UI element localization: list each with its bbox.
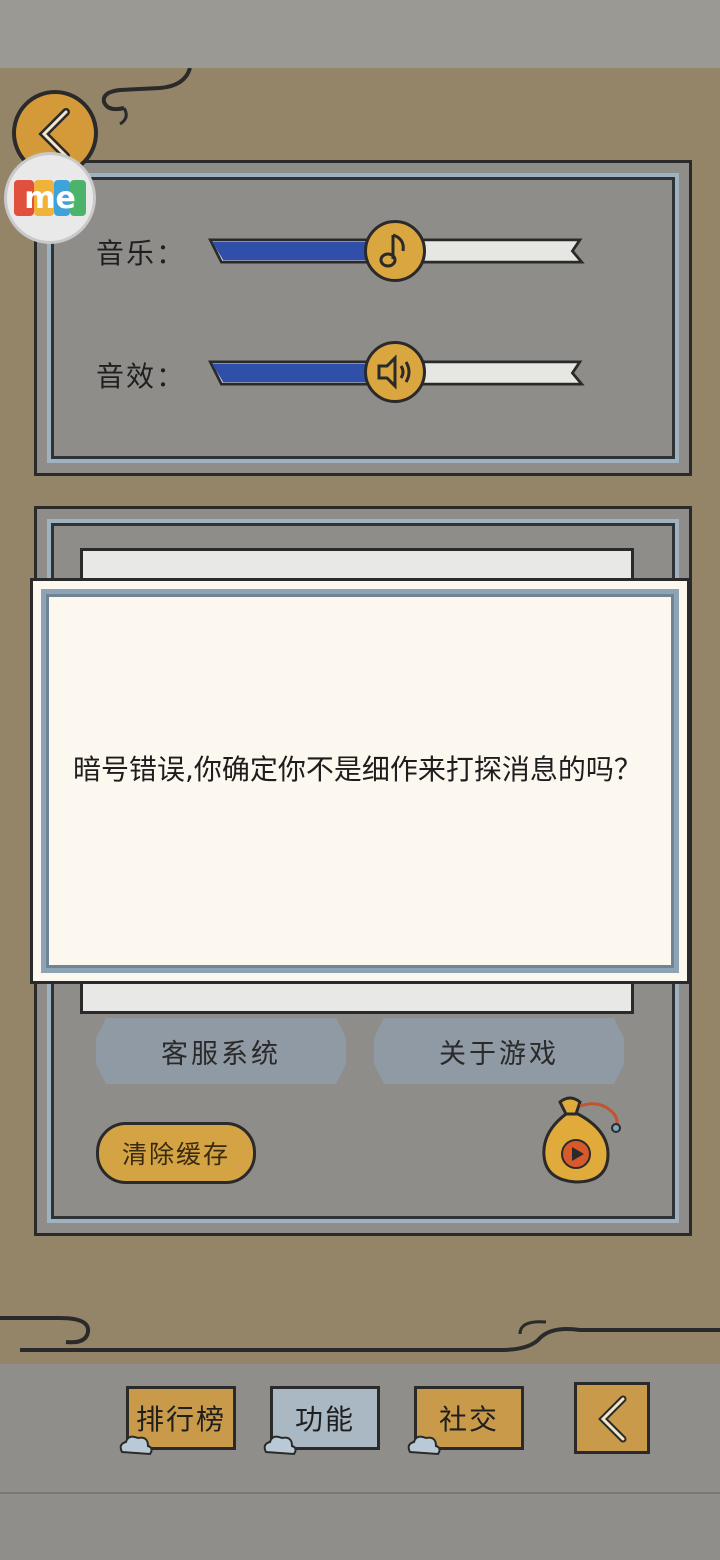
message-dialog[interactable]: 暗号错误,你确定你不是细作来打探消息的吗？	[30, 578, 690, 984]
chevron-left-icon	[598, 1395, 627, 1443]
dialog-message: 暗号错误,你确定你不是细作来打探消息的吗？	[73, 753, 642, 786]
ink-swirl-top-decoration	[101, 68, 192, 126]
clear-cache-button[interactable]: 清除缓存	[96, 1122, 256, 1184]
ink-swirl-bottom-left-decoration	[0, 1316, 720, 1352]
cloud-decoration-icon	[263, 1435, 297, 1456]
audio-settings-panel	[34, 160, 692, 476]
me-logo[interactable]: me	[4, 152, 96, 244]
svg-text:me: me	[24, 181, 76, 216]
me-logo-icon: me	[14, 180, 86, 216]
about-game-button[interactable]: 关于游戏	[374, 1018, 624, 1084]
video-reward-bag-icon[interactable]	[536, 1092, 626, 1188]
sfx-slider-knob[interactable]	[364, 341, 426, 403]
tab-social-label: 社交	[438, 1403, 499, 1436]
bottom-divider	[0, 1492, 720, 1494]
music-label: 音乐：	[96, 237, 187, 270]
cloud-decoration-icon	[119, 1435, 153, 1456]
music-slider-knob[interactable]	[364, 220, 426, 282]
tab-function-label: 功能	[294, 1403, 355, 1436]
cloud-decoration-icon	[407, 1435, 441, 1456]
customer-service-button[interactable]: 客服系统	[96, 1018, 346, 1084]
speaker-icon	[377, 354, 411, 390]
status-bar-area	[0, 0, 720, 68]
collapse-menu-button[interactable]	[574, 1382, 650, 1454]
music-note-icon	[379, 233, 405, 268]
sfx-label: 音效：	[96, 360, 187, 393]
